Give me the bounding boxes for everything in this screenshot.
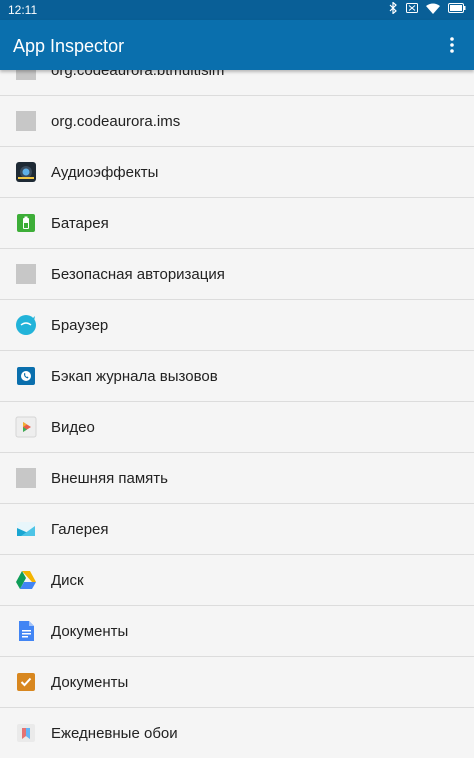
list-item[interactable]: Бэкап журнала вызовов — [0, 351, 474, 402]
drive-icon — [15, 569, 37, 591]
list-item[interactable]: Диск — [0, 555, 474, 606]
list-item[interactable]: Браузер — [0, 300, 474, 351]
browser-icon — [15, 314, 37, 336]
no-sim-icon — [406, 3, 418, 13]
overflow-menu-button[interactable] — [440, 32, 464, 58]
list-item[interactable]: Документы — [0, 606, 474, 657]
list-item-label: org.codeaurora.ims — [51, 112, 181, 130]
list-item[interactable]: Галерея — [0, 504, 474, 555]
list-item[interactable]: Видео — [0, 402, 474, 453]
list-item-label: Аудиоэффекты — [51, 163, 159, 181]
more-vert-icon — [450, 37, 454, 53]
list-item-label: Документы — [51, 673, 129, 691]
generic-app-icon — [15, 263, 37, 285]
list-item[interactable]: Аудиоэффекты — [0, 147, 474, 198]
generic-app-icon — [15, 467, 37, 489]
list-item-label: Внешняя память — [51, 469, 168, 487]
list-item[interactable]: Ежедневные обои — [0, 708, 474, 758]
list-item-label: Безопасная авторизация — [51, 265, 225, 283]
call-log-backup-icon — [15, 365, 37, 387]
status-bar: 12:11 — [0, 0, 474, 20]
list-item-label: Ежедневные обои — [51, 724, 178, 742]
list-item[interactable]: org.codeaurora.btmultisim — [0, 70, 474, 96]
generic-app-icon — [15, 110, 37, 132]
status-time: 12:11 — [8, 3, 38, 17]
list-item[interactable]: Батарея — [0, 198, 474, 249]
list-item-label: Галерея — [51, 520, 109, 538]
list-item[interactable]: org.codeaurora.ims — [0, 96, 474, 147]
gallery-icon — [15, 518, 37, 540]
app-bar: App Inspector — [0, 20, 474, 70]
list-item-label: Документы — [51, 622, 129, 640]
documents-icon — [15, 671, 37, 693]
status-icons — [389, 2, 466, 14]
bluetooth-icon — [389, 2, 398, 14]
list-item[interactable]: Внешняя память — [0, 453, 474, 504]
list-item-label: Браузер — [51, 316, 109, 334]
video-icon — [15, 416, 37, 438]
list-item[interactable]: Безопасная авторизация — [0, 249, 474, 300]
audio-effects-icon — [15, 161, 37, 183]
app-title: App Inspector — [13, 36, 125, 56]
list-item-label: Видео — [51, 418, 95, 436]
list-item-label: org.codeaurora.btmultisim — [51, 70, 225, 79]
list-item-label: Бэкап журнала вызовов — [51, 367, 218, 385]
list-item[interactable]: Документы — [0, 657, 474, 708]
wifi-icon — [426, 3, 440, 14]
docs-icon — [15, 620, 37, 642]
generic-app-icon — [15, 70, 37, 81]
list-item-label: Батарея — [51, 214, 109, 232]
battery-status-icon — [448, 3, 466, 13]
daily-wallpaper-icon — [15, 722, 37, 744]
battery-icon — [15, 212, 37, 234]
list-item-label: Диск — [51, 571, 84, 589]
app-list[interactable]: org.codeaurora.btmultisim org.codeaurora… — [0, 70, 474, 758]
